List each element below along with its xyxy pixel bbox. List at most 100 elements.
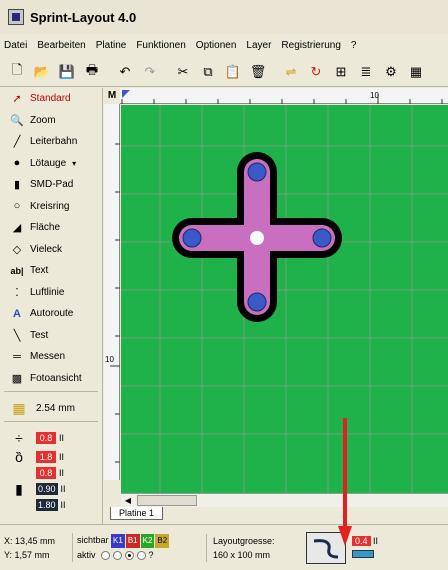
undo-icon[interactable]: ↶: [114, 61, 136, 83]
pad-outer-value[interactable]: 1.8: [36, 451, 56, 463]
rotate-icon[interactable]: ↻: [305, 61, 327, 83]
group-icon[interactable]: ⊞: [330, 61, 352, 83]
tool-text[interactable]: ab| Text: [0, 260, 102, 282]
autoroute-icon: A: [13, 307, 21, 320]
pad-outer-setting[interactable]: ȍ 1.8 II: [0, 449, 102, 465]
divider: [4, 391, 98, 395]
menu-datei[interactable]: Datei: [4, 40, 27, 51]
unit-label: II: [60, 500, 66, 510]
smd-height-value[interactable]: 1.80: [36, 499, 58, 511]
pad-size-icon: ȍ: [15, 449, 23, 465]
tab-platine-1[interactable]: Platine 1: [110, 507, 164, 520]
grid-setting[interactable]: ▦ 2.54 mm: [0, 397, 102, 419]
menu-platine[interactable]: Platine: [96, 40, 127, 51]
active-layer-k2-radio[interactable]: [125, 551, 135, 561]
route-curve-icon: [313, 538, 339, 558]
active-layer-k1-radio[interactable]: [101, 551, 111, 561]
paste-icon[interactable]: 📋: [222, 61, 244, 83]
grid-icon: ▦: [12, 399, 26, 416]
layer-visibility: sichtbar K1 B1 K2 B2 aktiv ?: [72, 533, 206, 562]
pad-center-hole[interactable]: [250, 231, 264, 245]
more-icon[interactable]: ▦: [405, 61, 427, 83]
ruler-corner[interactable]: M: [104, 88, 120, 104]
horizontal-scrollbar[interactable]: ◀: [121, 493, 448, 507]
menu-bearbeiten[interactable]: Bearbeiten: [37, 40, 85, 51]
tool-test[interactable]: ╲ Test: [0, 325, 102, 347]
tool-messen[interactable]: ═ Messen: [0, 346, 102, 368]
pcb-drawing[interactable]: [121, 105, 448, 493]
tool-label: Kreisring: [30, 200, 70, 212]
pad-bottom[interactable]: [247, 292, 267, 312]
tool-standard[interactable]: ➚ Standard: [0, 88, 102, 110]
smd-height-setting[interactable]: 1.80 II: [0, 497, 102, 513]
menu-layer[interactable]: Layer: [246, 40, 271, 51]
smd-width-value[interactable]: 0.90: [36, 483, 58, 495]
pad-inner-value[interactable]: 0.8: [36, 467, 56, 479]
unit-label: II: [59, 468, 65, 478]
unit-label: II: [60, 484, 66, 494]
route-width-setting[interactable]: 0.4 II: [352, 534, 378, 562]
status-bar: X: 13,45 mm Y: 1,57 mm sichtbar K1 B1 K2 B2…: [0, 524, 448, 570]
layout-canvas-area: M 10 10 ◀ Platine 1: [104, 88, 448, 524]
tool-vieleck[interactable]: ◇ Vieleck: [0, 239, 102, 261]
route-width-value[interactable]: 0.4: [352, 535, 371, 546]
pcb-board[interactable]: [121, 105, 448, 493]
grid-value: 2.54 mm: [36, 402, 75, 414]
active-layer-b2-radio[interactable]: [137, 551, 147, 561]
ruler-top-label: 10: [370, 91, 379, 100]
menu-funktionen[interactable]: Funktionen: [136, 40, 185, 51]
tool-fotoansicht[interactable]: ▩ Fotoansicht: [0, 368, 102, 390]
copy-icon[interactable]: ⧉: [197, 61, 219, 83]
tool-flaeche[interactable]: ◢ Fläche: [0, 217, 102, 239]
track-width-setting[interactable]: ÷ 0.8 II: [0, 427, 102, 449]
layout-size-label: Layoutgroesse:: [213, 535, 275, 546]
coord-x: X: 13,45 mm: [4, 535, 56, 546]
tool-luftlinie[interactable]: ⁚ Luftlinie: [0, 282, 102, 304]
help-question[interactable]: ?: [149, 550, 154, 560]
copper-cross[interactable]: [172, 152, 342, 322]
menu-registrierung[interactable]: Registrierung: [281, 40, 340, 51]
track-width-value[interactable]: 0.8: [36, 432, 56, 444]
tool-label: Leiterbahn: [30, 136, 78, 148]
save-icon[interactable]: 💾: [56, 61, 78, 83]
layer-k2-toggle[interactable]: K2: [140, 534, 155, 548]
active-layer-b1-radio[interactable]: [113, 551, 123, 561]
settings-icon[interactable]: ⚙: [380, 61, 402, 83]
layer-b2-toggle[interactable]: B2: [155, 534, 170, 548]
layer-b1-toggle[interactable]: B1: [125, 534, 140, 548]
tool-zoom[interactable]: 🔍 Zoom: [0, 110, 102, 132]
open-icon[interactable]: 📂: [31, 61, 53, 83]
layer-k1-toggle[interactable]: K1: [111, 534, 125, 548]
smd-width-setting[interactable]: ▮ 0.90 II: [0, 481, 102, 497]
tool-smd-pad[interactable]: ▮ SMD-Pad: [0, 174, 102, 196]
align-icon[interactable]: ≣: [355, 61, 377, 83]
window-title: Sprint-Layout 4.0: [30, 9, 137, 25]
mirror-icon[interactable]: ⇌: [280, 61, 302, 83]
print-icon[interactable]: 🖶: [81, 61, 103, 83]
tool-sidebar: ➚ Standard 🔍 Zoom ╱ Leiterbahn ● Lötauge ▾ ▮ S…: [0, 88, 103, 524]
ruler-top: 10: [120, 88, 448, 104]
menu-help[interactable]: ?: [351, 40, 357, 51]
tool-leiterbahn[interactable]: ╱ Leiterbahn: [0, 131, 102, 153]
chevron-down-icon[interactable]: ▾: [72, 159, 76, 168]
new-icon[interactable]: 🗋: [6, 61, 28, 83]
menu-optionen[interactable]: Optionen: [196, 40, 237, 51]
scroll-thumb[interactable]: [137, 495, 197, 506]
red-arrow-annotation: [338, 418, 352, 546]
route-pattern-icon[interactable]: [352, 549, 374, 558]
scroll-left-icon[interactable]: ◀: [121, 494, 135, 507]
pad-right[interactable]: [312, 228, 332, 248]
delete-icon[interactable]: 🗑: [247, 61, 269, 83]
test-probe-icon: ╲: [13, 329, 21, 342]
pad-inner-setting[interactable]: 0.8 II: [0, 465, 102, 481]
tool-autoroute[interactable]: A Autoroute: [0, 303, 102, 325]
divider: [4, 421, 98, 425]
tool-label: Vieleck: [30, 243, 63, 255]
tool-loetauge[interactable]: ● Lötauge ▾: [0, 153, 102, 175]
cut-icon[interactable]: ✂: [172, 61, 194, 83]
redo-icon[interactable]: ↷: [139, 61, 161, 83]
pad-top[interactable]: [247, 162, 267, 182]
pad-left[interactable]: [182, 228, 202, 248]
tool-label: Standard: [30, 93, 71, 105]
tool-kreisring[interactable]: ○ Kreisring: [0, 196, 102, 218]
